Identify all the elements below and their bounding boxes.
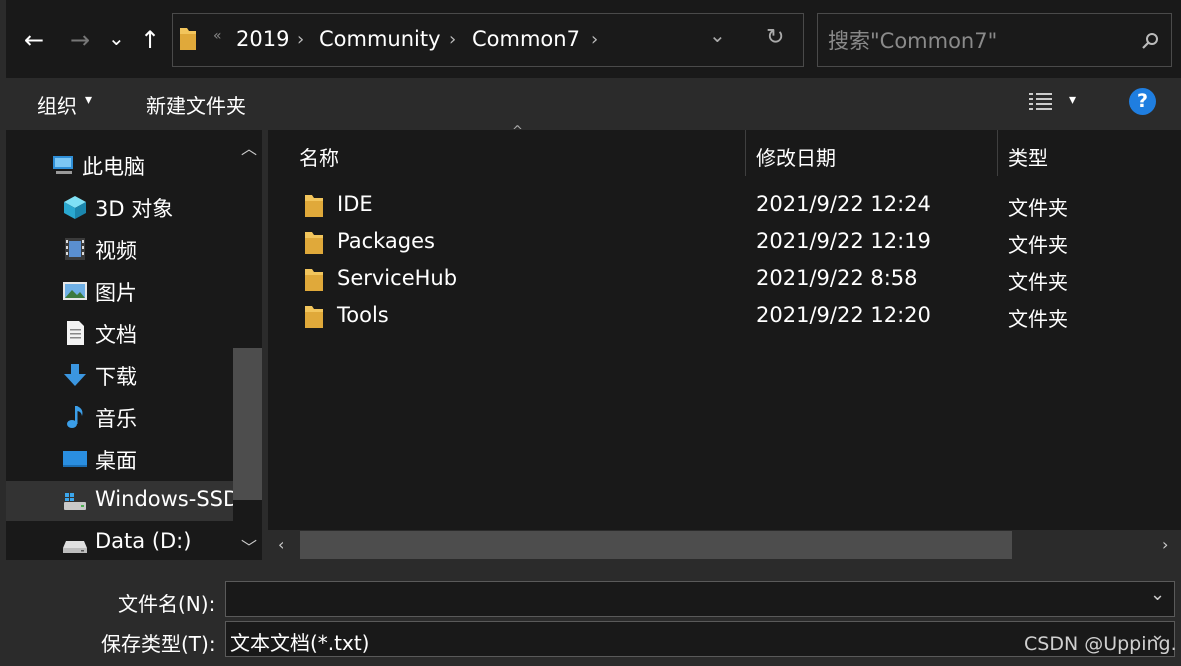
filename-input[interactable] [230,586,1088,614]
folder-icon [305,232,323,254]
sidebar-item-documents[interactable]: 文档 [6,313,234,353]
forward-button[interactable]: → [70,28,90,52]
column-header-name[interactable]: 名称 [299,142,339,171]
scroll-right-icon[interactable]: › [1162,535,1168,554]
table-row[interactable]: IDE 2021/9/22 12:24 文件夹 [290,188,1160,224]
scroll-left-icon[interactable]: ‹ [278,535,284,554]
search-box[interactable] [817,13,1172,67]
video-icon [65,238,85,260]
file-type: 文件夹 [1008,270,1068,294]
filetype-value: 文本文档(*.txt) [230,631,370,655]
download-icon [64,364,86,386]
filetype-label: 保存类型(T): [101,632,216,656]
breadcrumb-separator[interactable]: › [297,29,304,50]
sidebar-item-videos[interactable]: 视频 [6,229,234,269]
sidebar-item-3d-objects[interactable]: 3D 对象 [6,187,234,227]
breadcrumb-common7[interactable]: Common7 [472,27,580,51]
table-row[interactable]: ServiceHub 2021/9/22 8:58 文件夹 [290,262,1160,298]
file-date: 2021/9/22 12:24 [756,192,931,216]
address-dropdown-icon[interactable]: ⌄ [709,23,726,47]
filename-label: 文件名(N): [118,592,216,616]
file-date: 2021/9/22 8:58 [756,266,918,290]
sidebar-item-data-d[interactable]: Data (D:) [6,523,234,563]
organize-caret-icon[interactable]: ▾ [85,92,92,108]
navigation-pane: 此电脑 3D 对象 视频 图片 文档 下载 音乐 桌面 Windows-SSD … [6,130,262,560]
breadcrumb-separator[interactable]: › [591,29,598,50]
sidebar-item-label: 文档 [95,323,137,347]
overflow-chevron[interactable]: « [213,28,222,44]
filename-dropdown-icon[interactable]: ⌄ [1150,584,1165,605]
sidebar-item-label: 此电脑 [82,155,145,179]
table-row[interactable]: Tools 2021/9/22 12:20 文件夹 [290,299,1160,335]
file-type: 文件夹 [1008,233,1068,257]
help-button[interactable]: ? [1129,88,1156,115]
folder-icon [305,195,323,217]
sidebar-item-windows-ssd[interactable]: Windows-SSD [6,481,239,521]
computer-icon [53,156,73,174]
file-name: IDE [337,192,373,216]
watermark: CSDN @Upping. [1024,633,1177,655]
view-options-icon[interactable] [1028,91,1054,113]
column-header-date[interactable]: 修改日期 [756,142,836,171]
column-header-type[interactable]: 类型 [1008,142,1048,171]
column-divider[interactable] [745,130,746,176]
refresh-icon[interactable]: ↻ [766,25,784,50]
scroll-up-icon[interactable]: ︿ [241,135,257,159]
windows-drive-icon [64,493,86,510]
view-options-caret-icon[interactable]: ▾ [1069,92,1076,108]
breadcrumb-separator[interactable]: › [449,29,456,50]
sidebar-scroll-thumb[interactable] [233,348,262,500]
file-name: Packages [337,229,435,253]
breadcrumb-community[interactable]: Community [319,27,441,51]
sidebar-item-label: 下载 [95,365,137,389]
sidebar-item-downloads[interactable]: 下载 [6,355,234,395]
file-name: Tools [337,303,389,327]
sidebar-item-pictures[interactable]: 图片 [6,271,234,311]
column-divider[interactable] [997,130,998,176]
pictures-icon [63,282,87,300]
sidebar-item-desktop[interactable]: 桌面 [6,439,234,479]
breadcrumb-2019[interactable]: 2019 [236,27,289,51]
back-button[interactable]: ← [24,28,44,52]
folder-icon [305,269,323,291]
address-bar[interactable]: « 2019 › Community › Common7 › ⌄ ↻ [172,13,804,67]
organize-button[interactable]: 组织 [37,90,77,119]
music-icon [67,406,83,428]
horizontal-scroll-thumb[interactable] [300,531,1012,559]
file-type: 文件夹 [1008,307,1068,331]
search-icon[interactable] [1140,31,1160,51]
search-input[interactable] [826,24,1130,58]
folder-icon [305,306,323,328]
file-type: 文件夹 [1008,196,1068,220]
sidebar-item-music[interactable]: 音乐 [6,397,234,437]
file-name: ServiceHub [337,266,458,290]
recent-locations-button[interactable]: ⌄ [108,26,125,50]
sort-ascending-icon: ^ [512,124,523,139]
filename-field[interactable]: ⌄ [225,581,1175,617]
sidebar-item-label: 视频 [95,239,137,263]
sidebar-item-label: 图片 [95,281,137,305]
drive-icon [63,541,87,553]
3d-objects-icon [64,196,86,219]
table-row[interactable]: Packages 2021/9/22 12:19 文件夹 [290,225,1160,261]
sidebar-item-label: 音乐 [95,407,137,431]
up-button[interactable]: ↑ [140,28,160,52]
folder-icon [180,28,196,50]
desktop-icon [63,451,87,467]
new-folder-button[interactable]: 新建文件夹 [146,90,246,119]
sidebar-item-label: 桌面 [95,449,137,473]
file-date: 2021/9/22 12:19 [756,229,931,253]
sidebar-item-this-pc[interactable]: 此电脑 [6,145,234,185]
sidebar-item-label: Windows-SSD [95,487,240,511]
file-date: 2021/9/22 12:20 [756,303,931,327]
documents-icon [67,321,84,345]
sidebar-item-label: 3D 对象 [95,197,174,221]
scroll-down-icon[interactable]: ﹀ [241,534,257,558]
sidebar-item-label: Data (D:) [95,529,192,553]
